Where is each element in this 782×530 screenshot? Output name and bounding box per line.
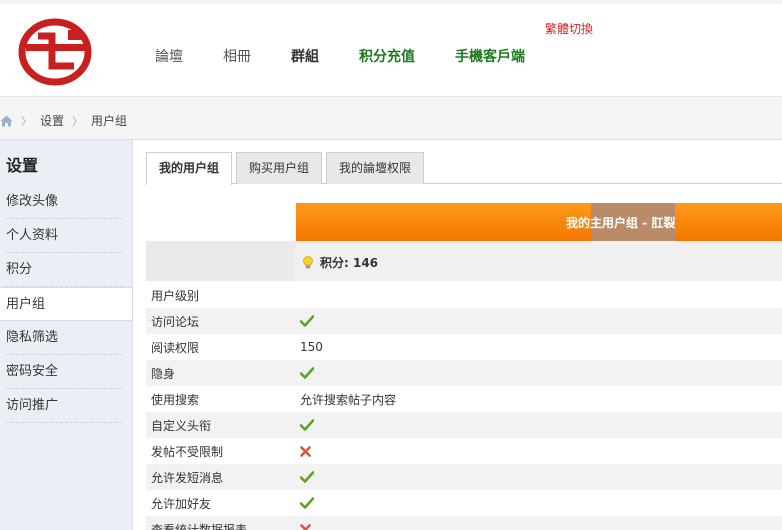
nav-mobile-client[interactable]: 手機客戶端 <box>455 46 525 66</box>
breadcrumb: 〉 设置 〉 用户组 <box>0 112 127 129</box>
settings-sidebar: 设置 修改头像 个人资料 积分 用户组 隐私筛选 密码安全 访问推广 <box>0 140 133 530</box>
lightbulb-icon <box>303 255 313 268</box>
nav-album[interactable]: 相冊 <box>223 46 251 66</box>
permission-row: 自定义头衔 <box>146 412 782 438</box>
permission-value <box>295 490 782 516</box>
sidebar-item-profile[interactable]: 个人资料 <box>6 219 122 253</box>
sidebar-item-credits[interactable]: 积分 <box>6 253 122 287</box>
permission-row: 允许加好友 <box>146 490 782 516</box>
permission-value <box>295 360 782 386</box>
primary-group-title: 我的主用户组 - 肛裂 <box>566 216 676 230</box>
check-icon <box>300 315 314 327</box>
permission-value <box>295 282 782 308</box>
tab-buy-user-group[interactable]: 购买用户组 <box>236 152 323 184</box>
tab-my-user-group[interactable]: 我的用户组 <box>146 152 233 185</box>
permission-row: 访问论坛 <box>146 308 782 334</box>
breadcrumb-separator: 〉 <box>21 114 32 128</box>
permission-row: 使用搜索 允许搜索帖子内容 <box>146 386 782 412</box>
check-icon <box>300 497 314 509</box>
cross-icon <box>300 445 311 457</box>
permission-value <box>295 516 782 530</box>
permission-label: 允许加好友 <box>151 496 212 511</box>
primary-group-banner: 我的主用户组 - 肛裂 <box>296 203 782 241</box>
breadcrumb-bar: 〉 设置 〉 用户组 <box>0 96 782 140</box>
permission-label: 发帖不受限制 <box>151 444 224 459</box>
permission-label: 访问论坛 <box>146 308 295 334</box>
permission-label: 允许发短消息 <box>146 464 295 490</box>
permission-label: 自定义头衔 <box>146 412 295 438</box>
sidebar-title: 设置 <box>6 156 39 175</box>
home-icon[interactable] <box>0 115 13 127</box>
permission-table: 用户级别访问论坛阅读权限 150 隐身使用搜索 允许搜索帖子内容 自定义头衔发帖不受限制… <box>146 282 782 530</box>
permission-row: 查看统计数据报表 <box>146 516 782 530</box>
permission-row: 用户级别 <box>146 282 782 308</box>
permission-label: 使用搜索 <box>151 392 200 407</box>
permission-value <box>295 464 782 490</box>
usergroup-tabs: 我的用户组 购买用户组 我的論壇权限 <box>146 152 782 185</box>
sidebar-item-privacy[interactable]: 隐私筛选 <box>6 321 122 355</box>
site-logo[interactable] <box>18 18 92 86</box>
permission-value: 150 <box>300 340 323 354</box>
check-icon <box>300 367 314 379</box>
sidebar-item-promotion[interactable]: 访问推广 <box>6 389 122 423</box>
breadcrumb-user-group: 用户组 <box>91 114 128 128</box>
sidebar-item-user-group[interactable]: 用户组 <box>0 287 132 321</box>
permission-value <box>295 308 782 334</box>
nav-groups[interactable]: 群組 <box>291 46 319 66</box>
tab-forum-permissions[interactable]: 我的論壇权限 <box>326 152 425 184</box>
permission-value <box>295 412 782 438</box>
permission-label: 用户级别 <box>151 288 200 303</box>
permission-row: 隐身 <box>146 360 782 386</box>
permission-value <box>295 438 782 464</box>
nav-forum[interactable]: 論壇 <box>155 46 183 66</box>
breadcrumb-settings[interactable]: 设置 <box>40 112 64 129</box>
points-row-label-cell <box>146 241 295 281</box>
permission-label: 阅读权限 <box>151 340 200 355</box>
site-header: 論壇 相冊 群組 积分充值 手機客戶端 繁體切換 <box>0 0 782 96</box>
permission-label: 查看统计数据报表 <box>146 516 295 530</box>
breadcrumb-separator: 〉 <box>72 114 84 128</box>
traditional-chinese-switch[interactable]: 繁體切換 <box>545 20 593 37</box>
points-row: 积分: 146 <box>146 241 782 281</box>
top-nav: 論壇 相冊 群組 积分充值 手機客戶端 <box>155 46 565 66</box>
cross-icon <box>300 523 311 530</box>
permission-value: 允许搜索帖子内容 <box>300 392 397 407</box>
permission-row: 阅读权限 150 <box>146 334 782 360</box>
check-icon <box>300 471 314 483</box>
sidebar-item-avatar[interactable]: 修改头像 <box>6 185 122 219</box>
permission-label: 隐身 <box>146 360 295 386</box>
sidebar-item-password[interactable]: 密码安全 <box>6 355 122 389</box>
main-content: 我的用户组 购买用户组 我的論壇权限 我的主用户组 - 肛裂 积分: 146 用… <box>146 152 782 530</box>
permission-row: 发帖不受限制 <box>146 438 782 464</box>
points-label: 积分: 146 <box>320 256 379 270</box>
check-icon <box>300 419 314 431</box>
permission-row: 允许发短消息 <box>146 464 782 490</box>
nav-credit-recharge[interactable]: 积分充值 <box>359 46 415 66</box>
points-display: 积分: 146 <box>302 254 378 271</box>
